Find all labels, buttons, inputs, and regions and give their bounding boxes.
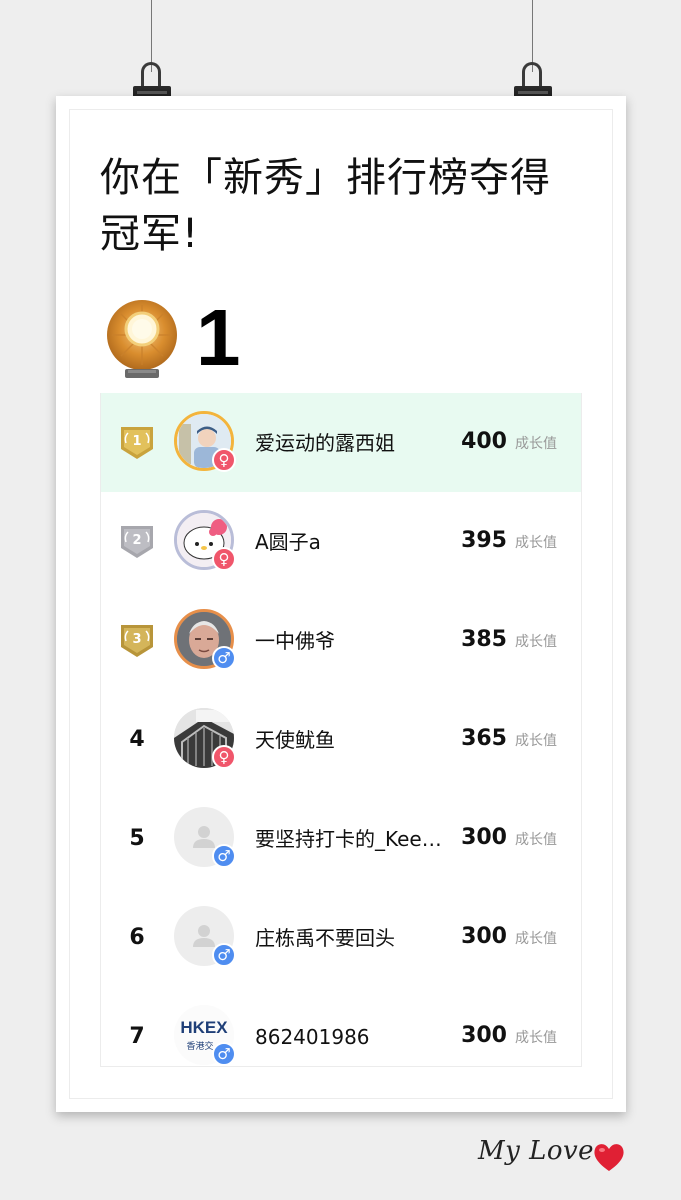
score-unit: 成长值 — [515, 832, 557, 848]
score-value: 300 — [461, 825, 507, 850]
leaderboard-row[interactable]: 5 ♂ 要坚持打卡的_Kee… 300 成长值 — [101, 789, 581, 888]
score-unit: 成长值 — [515, 535, 557, 551]
player-name: 爱运动的露西姐 — [255, 431, 395, 455]
player-name: 庄栋禹不要回头 — [255, 926, 395, 950]
female-icon: ♀ — [212, 745, 236, 769]
score-value: 385 — [461, 627, 507, 652]
score-value: 300 — [461, 924, 507, 949]
heart-icon — [594, 1144, 624, 1171]
medal-icon — [107, 300, 177, 378]
svg-text:1: 1 — [132, 434, 141, 449]
score-unit: 成长值 — [515, 1030, 557, 1046]
player-name: 要坚持打卡的_Kee… — [255, 827, 442, 851]
female-icon: ♀ — [212, 448, 236, 472]
player-name: A圆子a — [255, 530, 321, 554]
rank-number: 5 — [129, 826, 145, 851]
player-name: 一中佛爷 — [255, 629, 335, 653]
bronze-rank-badge-icon: 3 — [121, 625, 153, 657]
leaderboard-row[interactable]: 4 ♀ 天使鱿鱼 365 成长值 — [101, 690, 581, 789]
rank-number: 4 — [129, 727, 145, 752]
male-icon: ♂ — [212, 1042, 236, 1066]
leaderboard-row[interactable]: 7 HKEX 香港交 ♂ 862401986 300 成长值 — [101, 987, 581, 1066]
score-value: 400 — [461, 429, 507, 454]
svg-text:2: 2 — [132, 533, 141, 548]
gold-rank-badge-icon: 1 — [121, 427, 153, 459]
male-icon: ♂ — [212, 844, 236, 868]
player-name: 862401986 — [255, 1025, 370, 1049]
male-icon: ♂ — [212, 646, 236, 670]
player-name: 天使鱿鱼 — [255, 728, 335, 752]
champion-rank-number: 1 — [196, 293, 241, 382]
page-title: 你在「新秀」排行榜夺得冠军! — [100, 155, 551, 257]
score-value: 365 — [461, 726, 507, 751]
hkex-logo-text: HKEX — [180, 1018, 228, 1037]
svg-text:3: 3 — [132, 632, 141, 647]
leaderboard-row[interactable]: 1 ♀ 爱运动的露西姐 400 成长值 — [101, 393, 581, 492]
score-value: 395 — [461, 528, 507, 553]
hkex-logo-subtext: 香港交 — [186, 1040, 213, 1052]
score-unit: 成长值 — [515, 436, 557, 452]
male-icon: ♂ — [212, 943, 236, 967]
poster-card: 你在「新秀」排行榜夺得冠军! 1 1 ♀ 爱运动的露西姐 400 成长值 2 ♀… — [56, 96, 626, 1112]
leaderboard-row[interactable]: 3 ♂ 一中佛爷 385 成长值 — [101, 591, 581, 690]
signature-text: My Love — [478, 1136, 595, 1166]
leaderboard-row[interactable]: 6 ♂ 庄栋禹不要回头 300 成长值 — [101, 888, 581, 987]
score-unit: 成长值 — [515, 733, 557, 749]
score-unit: 成长值 — [515, 931, 557, 947]
score-unit: 成长值 — [515, 634, 557, 650]
rank-number: 6 — [129, 925, 145, 950]
score-value: 300 — [461, 1023, 507, 1048]
rank-number: 7 — [129, 1024, 145, 1049]
leaderboard-list: 1 ♀ 爱运动的露西姐 400 成长值 2 ♀ A圆子a 395 成长值 3 ♂… — [100, 393, 582, 1067]
leaderboard-row[interactable]: 2 ♀ A圆子a 395 成长值 — [101, 492, 581, 591]
female-icon: ♀ — [212, 547, 236, 571]
silver-rank-badge-icon: 2 — [121, 526, 153, 558]
